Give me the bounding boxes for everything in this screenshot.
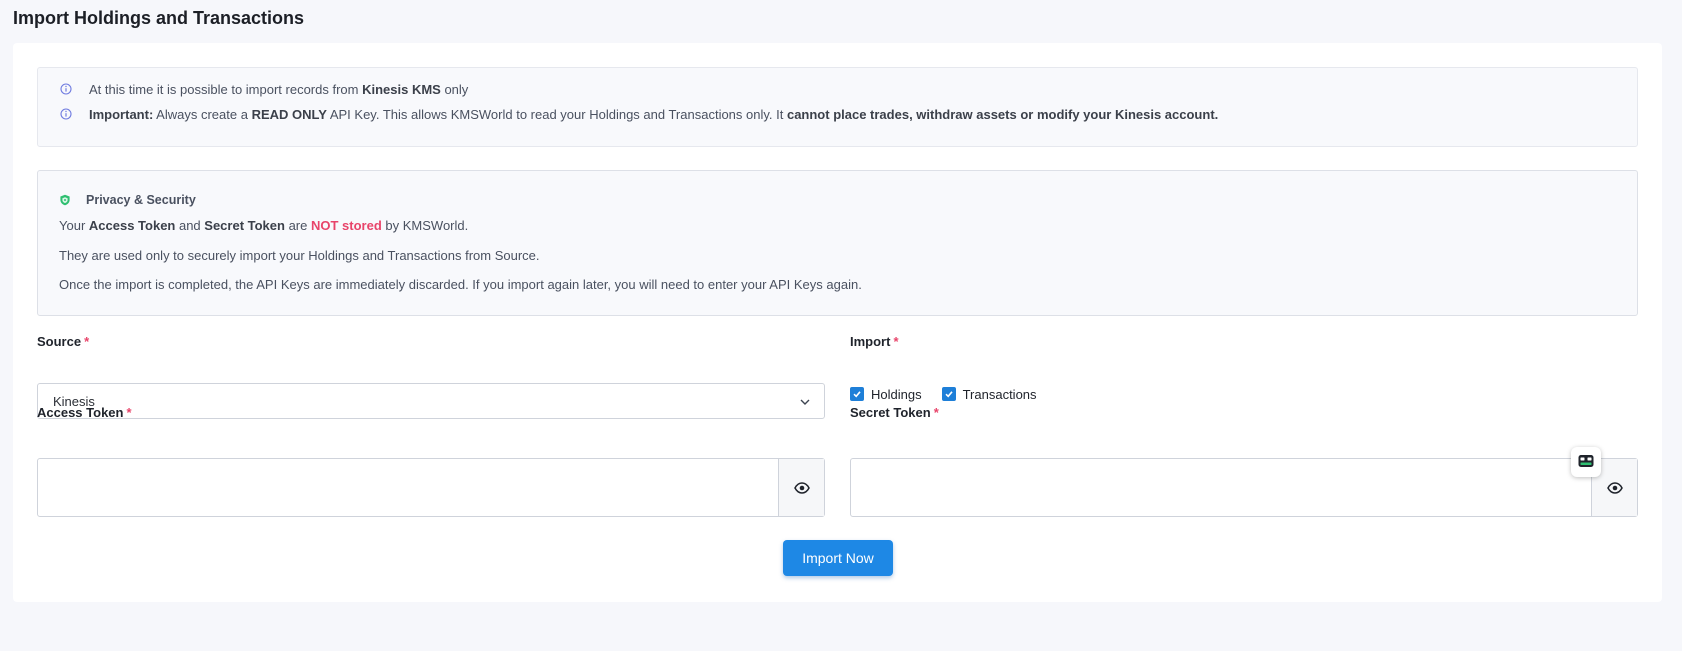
info-line-important: Important: Always create a READ ONLY API…	[60, 104, 1218, 124]
transactions-checkbox[interactable]: Transactions	[941, 386, 1037, 402]
chat-bot-icon	[1578, 455, 1594, 467]
chat-assistant-button[interactable]	[1571, 447, 1601, 477]
import-label: Import *	[850, 334, 899, 349]
privacy-storage-text: Your Access Token and Secret Token are N…	[59, 218, 469, 233]
info-circle-icon	[60, 83, 72, 95]
eye-icon	[793, 481, 810, 494]
import-options: Holdings Transactions	[850, 385, 1057, 403]
privacy-usage-text: They are used only to securely import yo…	[59, 248, 540, 263]
secret-token-label: Secret Token *	[850, 405, 939, 420]
secret-token-field	[850, 458, 1638, 517]
source-select[interactable]: Kinesis	[37, 383, 825, 419]
holdings-checkbox[interactable]: Holdings	[850, 387, 922, 402]
privacy-discard-text: Once the import is completed, the API Ke…	[59, 277, 862, 292]
checkbox-checked-icon	[941, 387, 956, 401]
access-token-field	[37, 458, 825, 517]
privacy-title: Privacy & Security	[59, 191, 196, 209]
info-circle-icon	[60, 108, 72, 120]
transactions-checkbox-label: Transactions	[962, 386, 1037, 402]
import-now-button[interactable]: Import Now	[783, 540, 893, 576]
secret-token-input[interactable]	[851, 459, 1591, 516]
privacy-notice: Privacy & Security Your Access Token and…	[37, 170, 1638, 316]
import-card: At this time it is possible to import re…	[13, 43, 1662, 602]
source-label: Source *	[37, 334, 90, 349]
access-token-reveal-button[interactable]	[778, 459, 824, 516]
shield-icon	[60, 194, 70, 206]
page-title: Import Holdings and Transactions	[13, 8, 305, 28]
important-text: Important: Always create a READ ONLY API…	[89, 106, 1219, 122]
info-notice: At this time it is possible to import re…	[37, 67, 1638, 147]
info-text: At this time it is possible to import re…	[89, 81, 469, 97]
access-token-input[interactable]	[38, 459, 778, 516]
access-token-label: Access Token *	[37, 405, 132, 420]
chevron-down-icon	[800, 399, 810, 405]
holdings-checkbox-label: Holdings	[871, 386, 922, 402]
info-line-kinesis: At this time it is possible to import re…	[60, 79, 468, 99]
eye-icon	[1606, 481, 1623, 494]
checkbox-checked-icon	[850, 387, 864, 401]
